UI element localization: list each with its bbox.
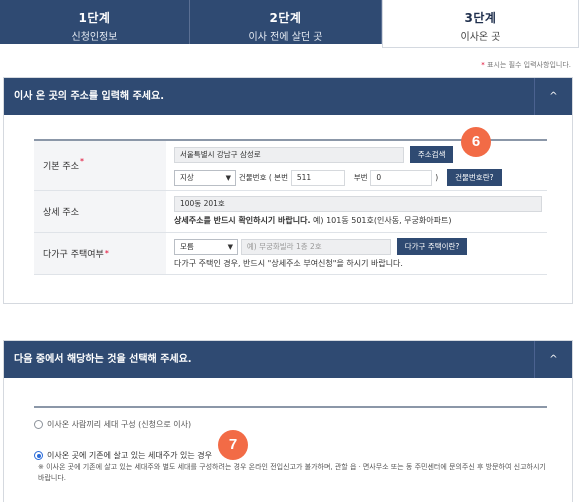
building-number-label: 건물번호 ( 본번 (238, 173, 288, 182)
section-divider (34, 406, 547, 408)
basic-address-field[interactable]: 서울특별시 강남구 삼성로 (174, 146, 404, 163)
step-1-tab[interactable]: 1단계 신청인정보 (0, 0, 190, 44)
multi-family-select-value: 모름 (180, 241, 194, 251)
detail-address-field[interactable]: 100동 201호 (174, 196, 542, 212)
step-1-label: 신청인정보 (71, 32, 118, 43)
multi-family-label: 다가구 주택여부 * (34, 233, 166, 274)
collapse-toggle-icon[interactable]: ^ (534, 78, 572, 115)
address-form: 기본 주소 * 서울특별시 강남구 삼성로 주소검색 지상 ▼ 건물번호 ( 본번 … (34, 139, 547, 275)
household-section: 다음 중에서 해당하는 것을 선택해 주세요. ^ 이사온 사람끼리 세대 구성… (3, 340, 573, 502)
multi-family-help: 다가구 주택인 경우, 반드시 "상세주소 부여신청"을 하시기 바랍니다. (174, 259, 403, 268)
radio-button-selected[interactable] (34, 451, 43, 460)
address-type-value: 지상 (180, 172, 194, 182)
detail-address-help: 상세주소를 반드시 확인하시기 바랍니다. 예) 101동 501호(인사동, … (174, 215, 547, 226)
required-star: * (79, 157, 84, 166)
close-paren: ) (435, 173, 439, 182)
chevron-down-icon: ▼ (225, 173, 231, 182)
required-star: * (104, 249, 109, 258)
option-new-household[interactable]: 이사온 사람끼리 세대 구성 (신청으로 이사) (34, 419, 191, 430)
option-new-household-label: 이사온 사람끼리 세대 구성 (신청으로 이사) (47, 420, 192, 429)
basic-address-label: 기본 주소 * (34, 141, 166, 190)
detail-address-row: 상세 주소 100동 201호 상세주소를 반드시 확인하시기 바랍니다. 예)… (34, 191, 547, 233)
multi-family-select[interactable]: 모름 ▼ (174, 238, 238, 255)
household-section-header: 다음 중에서 해당하는 것을 선택해 주세요. ^ (4, 341, 572, 378)
building-sub-number-label: 부번 (353, 173, 368, 182)
building-main-number-field[interactable]: 511 (290, 169, 345, 186)
option-existing-householder[interactable]: 이사온 곳에 기존에 살고 있는 세대주가 있는 경우 (34, 450, 212, 461)
household-note: ※ 이사온 곳에 기존에 살고 있는 세대주와 별도 세대를 구성하려는 경우 … (38, 463, 546, 482)
step-3-number: 3단계 (464, 11, 497, 25)
multi-family-label-text: 다가구 주택여부 (43, 250, 104, 260)
building-number-info-button[interactable]: 건물번호란? (447, 169, 502, 186)
multi-family-row: 다가구 주택여부 * 모름 ▼ 예) 무궁화빌라 1층 2호 다가구 주택이란? 다… (34, 233, 547, 275)
basic-address-label-text: 기본 주소 (43, 162, 79, 172)
collapse-toggle-icon[interactable]: ^ (534, 341, 572, 378)
step-2-tab[interactable]: 2단계 이사 전에 살던 곳 (190, 0, 382, 44)
address-section: 이사 온 곳의 주소를 입력해 주세요. ^ 기본 주소 * 서울특별시 강남구 … (3, 77, 573, 304)
step-3-label: 이사온 곳 (460, 32, 501, 43)
step-2-number: 2단계 (269, 11, 302, 25)
address-section-title: 이사 온 곳의 주소를 입력해 주세요. (14, 91, 165, 102)
multi-family-info-button[interactable]: 다가구 주택이란? (396, 238, 468, 255)
building-sub-number-field[interactable]: 0 (370, 169, 433, 186)
address-type-select[interactable]: 지상 ▼ (174, 169, 236, 186)
required-star: * (481, 61, 485, 69)
step-1-number: 1단계 (78, 11, 111, 25)
step-3-tab[interactable]: 3단계 이사온 곳 (382, 0, 579, 48)
step-tabs: 1단계 신청인정보 2단계 이사 전에 살던 곳 3단계 이사온 곳 (0, 0, 579, 48)
callout-badge-7: 7 (218, 430, 248, 460)
household-section-title: 다음 중에서 해당하는 것을 선택해 주세요. (14, 354, 192, 365)
option-existing-householder-label: 이사온 곳에 기존에 살고 있는 세대주가 있는 경우 (47, 451, 212, 460)
step-2-label: 이사 전에 살던 곳 (248, 32, 323, 43)
detail-address-help-bold: 상세주소를 반드시 확인하시기 바랍니다. (174, 216, 311, 225)
required-note: * 표시는 필수 입력사항입니다. (481, 60, 571, 70)
address-search-button[interactable]: 주소검색 (409, 146, 454, 163)
callout-badge-6: 6 (461, 127, 491, 157)
detail-address-help-example: 예) 101동 501호(인사동, 무궁화아파트) (310, 216, 452, 225)
multi-family-detail-field[interactable]: 예) 무궁화빌라 1층 2호 (240, 238, 391, 255)
chevron-down-icon: ▼ (227, 242, 233, 251)
radio-button[interactable] (34, 420, 43, 429)
detail-address-label: 상세 주소 (34, 191, 166, 232)
required-note-text: 표시는 필수 입력사항입니다. (487, 61, 571, 69)
address-section-header: 이사 온 곳의 주소를 입력해 주세요. ^ (4, 78, 572, 115)
